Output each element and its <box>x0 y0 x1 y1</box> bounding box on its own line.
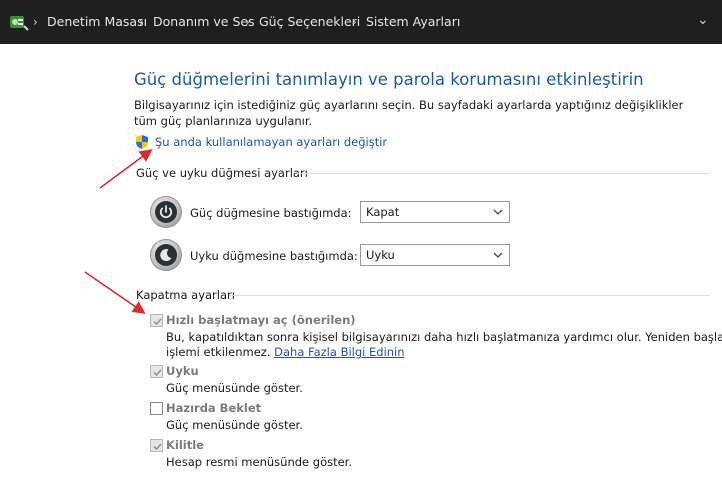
fast-startup-description: Bu, kapatıldıktan sonra kişisel bilgisay… <box>166 330 722 344</box>
lock-checkbox[interactable] <box>150 439 163 452</box>
power-button-icon <box>150 196 182 228</box>
sleep-checkbox[interactable] <box>150 365 163 378</box>
breadcrumb-item-system-settings[interactable]: Sistem Ayarları <box>366 14 460 30</box>
learn-more-link[interactable]: Daha Fazla Bilgi Edinin <box>274 345 404 359</box>
power-button-action-select[interactable]: Kapat <box>360 201 510 223</box>
chevron-down-icon[interactable]: ⌄ <box>697 12 709 28</box>
power-button-action-value: Kapat <box>366 205 400 219</box>
breadcrumb-item-hardware-sound[interactable]: Donanım ve Ses <box>153 14 255 30</box>
hibernate-option-label: Hazırda Beklet <box>166 401 262 415</box>
control-panel-icon <box>10 16 29 31</box>
page-description: Bilgisayarınız için istediğiniz güç ayar… <box>134 98 684 128</box>
lock-option-description: Hesap resmi menüsünde göster. <box>166 455 353 469</box>
fast-startup-label: Hızlı başlatmayı aç (önerilen) <box>166 313 356 327</box>
sleep-option-description: Güç menüsünde göster. <box>166 381 303 395</box>
change-unavailable-settings-link[interactable]: Şu anda kullanılamayan ayarları değiştir <box>155 135 387 149</box>
breadcrumb-item-control-panel[interactable]: Denetim Masası <box>47 14 147 30</box>
sleep-button-label: Uyku düğmesine bastığımda: <box>190 249 358 263</box>
fast-startup-description-text: işlemi etkilenmez. <box>166 345 271 359</box>
sleep-button-action-value: Uyku <box>366 248 395 262</box>
fast-startup-description-line2: işlemi etkilenmez. Daha Fazla Bilgi Edin… <box>166 344 405 360</box>
breadcrumb-item-power-options[interactable]: Güç Seçenekleri <box>259 14 360 30</box>
chevron-right-icon[interactable]: › <box>245 14 250 30</box>
sleep-button-action-select[interactable]: Uyku <box>360 244 510 266</box>
chevron-down-icon <box>493 209 503 215</box>
chevron-right-icon[interactable]: › <box>139 14 144 30</box>
page-title: Güç düğmelerini tanımlayın ve parola kor… <box>134 70 644 89</box>
fast-startup-checkbox[interactable] <box>150 314 163 327</box>
chevron-right-icon[interactable]: › <box>352 14 357 30</box>
shutdown-section-heading: Kapatma ayarları <box>136 288 235 302</box>
sleep-button-icon <box>150 239 182 271</box>
address-bar[interactable]: › Denetim Masası › Donanım ve Ses › Güç … <box>0 0 722 44</box>
hibernate-checkbox[interactable] <box>150 402 163 415</box>
annotation-arrow-to-fast-startup <box>84 271 146 314</box>
sleep-option-label: Uyku <box>166 364 199 378</box>
power-section-heading: Güç ve uyku düğmesi ayarları <box>136 166 308 180</box>
section-divider <box>297 173 710 174</box>
section-divider <box>229 295 710 296</box>
chevron-down-icon <box>493 252 503 258</box>
hibernate-option-description: Güç menüsünde göster. <box>166 418 303 432</box>
chevron-right-icon: › <box>33 15 38 29</box>
uac-shield-icon <box>136 135 148 149</box>
lock-option-label: Kilitle <box>166 438 204 452</box>
power-button-label: Güç düğmesine bastığımda: <box>190 206 352 220</box>
